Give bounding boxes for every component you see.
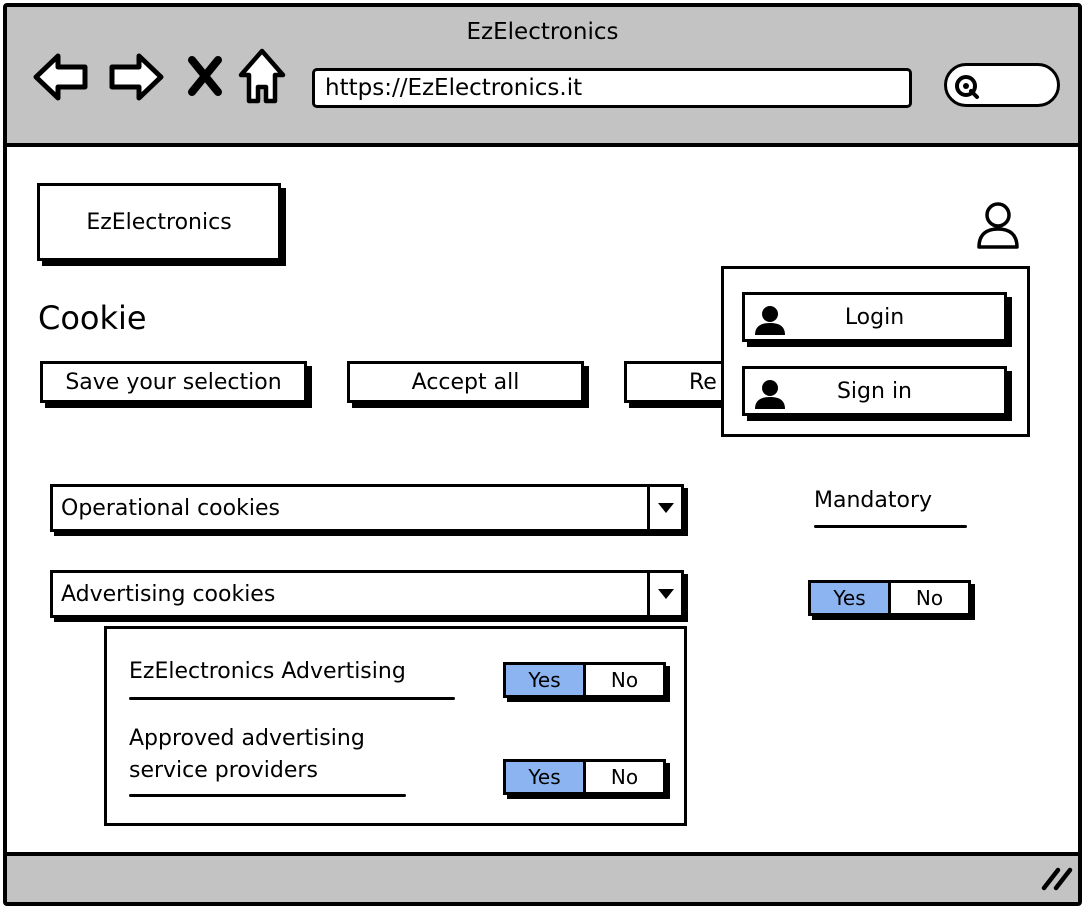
- back-arrow-icon[interactable]: [32, 49, 90, 109]
- home-icon[interactable]: [237, 47, 287, 109]
- browser-toolbar: EzElectronics https://EzElectronics.it: [7, 7, 1078, 147]
- approved-providers-label: Approved advertising service providers: [129, 723, 365, 787]
- ezelectronics-advertising-label: EzElectronics Advertising: [129, 659, 406, 684]
- mandatory-yes-no-toggle[interactable]: Yes No: [808, 580, 971, 616]
- user-menu-dropdown: Login Sign in: [721, 266, 1030, 437]
- save-selection-button[interactable]: Save your selection: [40, 361, 307, 403]
- browser-search-field[interactable]: [944, 63, 1060, 107]
- toggle-yes[interactable]: Yes: [811, 583, 891, 613]
- toggle-no[interactable]: No: [586, 665, 663, 695]
- accept-all-button[interactable]: Accept all: [347, 361, 584, 403]
- mandatory-underline: [814, 525, 967, 528]
- advertising-cookies-panel: EzElectronics Advertising Yes No Approve…: [104, 626, 687, 826]
- operational-cookies-dropdown[interactable]: Operational cookies: [50, 484, 684, 532]
- url-input[interactable]: https://EzElectronics.it: [312, 68, 912, 108]
- toggle-yes[interactable]: Yes: [506, 762, 586, 792]
- user-icon: [755, 380, 785, 409]
- operational-cookies-label: Operational cookies: [61, 495, 280, 521]
- advertising-cookies-label: Advertising cookies: [61, 581, 276, 607]
- browser-window: EzElectronics https://EzElectronics.it E…: [3, 3, 1082, 906]
- toggle-no[interactable]: No: [891, 583, 968, 613]
- user-icon: [755, 306, 785, 335]
- approved-providers-label-line2: service providers: [129, 758, 318, 783]
- sign-in-label: Sign in: [836, 378, 913, 404]
- ezelectronics-advertising-toggle[interactable]: Yes No: [503, 662, 666, 698]
- advertising-cookies-dropdown[interactable]: Advertising cookies: [50, 570, 684, 618]
- login-menu-item[interactable]: Login: [742, 292, 1007, 342]
- chevron-down-icon[interactable]: [647, 573, 681, 615]
- approved-providers-toggle[interactable]: Yes No: [503, 759, 666, 795]
- window-title: EzElectronics: [466, 19, 619, 45]
- mandatory-label: Mandatory: [814, 488, 933, 513]
- approved-providers-label-line1: Approved advertising: [129, 726, 365, 751]
- sign-in-menu-item[interactable]: Sign in: [742, 366, 1007, 416]
- toggle-yes[interactable]: Yes: [506, 665, 586, 695]
- ads-item-underline: [129, 794, 406, 797]
- user-icon[interactable]: [973, 200, 1023, 254]
- chevron-down-icon[interactable]: [647, 487, 681, 529]
- toggle-no[interactable]: No: [586, 762, 663, 792]
- forward-arrow-icon[interactable]: [107, 49, 165, 109]
- ads-item-underline: [129, 697, 455, 700]
- search-icon: [955, 75, 979, 99]
- resize-grip-icon[interactable]: [1040, 864, 1074, 896]
- close-icon[interactable]: [187, 56, 223, 100]
- login-label: Login: [844, 304, 905, 330]
- site-logo[interactable]: EzElectronics: [37, 183, 281, 261]
- status-bar: [7, 852, 1078, 902]
- page-title: Cookie: [38, 299, 147, 337]
